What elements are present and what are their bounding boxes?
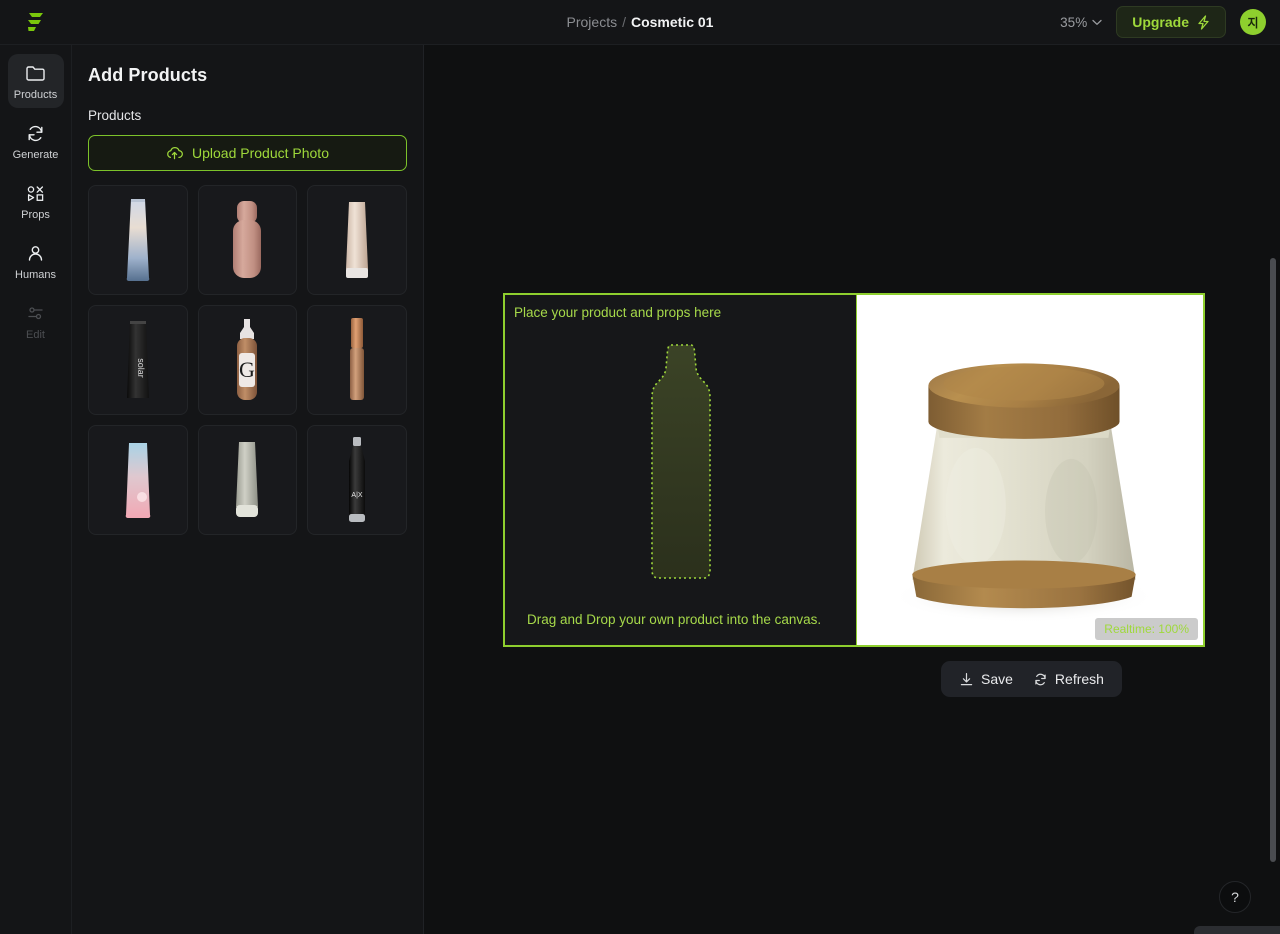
beige-cream-tube-image [346, 202, 369, 278]
section-label: Products [88, 108, 142, 123]
status-badge: Realtime: 100% [1095, 618, 1198, 640]
zoom-value: 35% [1060, 14, 1088, 30]
sidebar-item-humans[interactable]: Humans [8, 234, 64, 288]
product-thumb-beige-cream-tube[interactable] [307, 185, 407, 295]
upgrade-button[interactable]: Upgrade [1116, 6, 1226, 38]
rose-pink-bottle-image [233, 201, 262, 278]
svg-text:A|X: A|X [352, 492, 363, 499]
product-thumb-glossier-foundation-dropper[interactable]: G [197, 305, 298, 415]
page-title: Add Products [88, 65, 208, 85]
product-grid: solar G A|X [88, 185, 407, 535]
bottle-silhouette-icon [650, 344, 711, 579]
sage-grey-tube-image [236, 442, 259, 517]
person-icon [28, 246, 43, 261]
product-thumb-rose-pink-bottle[interactable] [197, 185, 298, 295]
canvas-action-bar: Save Refresh [941, 661, 1122, 697]
cream-jar-with-wooden-lid-image [857, 295, 1203, 645]
product-thumb-sage-grey-tube[interactable] [197, 425, 298, 535]
lightning-bolt-icon [1198, 14, 1209, 30]
vertical-scrollbar[interactable] [1266, 45, 1280, 934]
refresh-label: Refresh [1054, 671, 1104, 687]
drop-zone[interactable]: Place your product and props here Drag a… [505, 295, 857, 645]
help-button[interactable]: ? [1219, 881, 1251, 913]
folder-icon [26, 66, 45, 81]
black-ax-water-bottle-image: A|X [349, 437, 366, 522]
top-bar: Projects / Cosmetic 01 35% Upgrade 지 [0, 0, 1280, 45]
refresh-icon [1035, 673, 1046, 685]
refresh-button[interactable]: Refresh [1025, 668, 1112, 690]
sidebar-item-label: Generate [12, 149, 59, 161]
refresh-icon [28, 125, 43, 142]
sidebar-item-edit: Edit [8, 294, 64, 348]
upload-label: Upload Product Photo [192, 145, 329, 161]
product-thumb-pink-blue-sunset-tube[interactable] [88, 425, 188, 535]
dropzone-hint: Drag and Drop your own product into the … [527, 612, 822, 627]
scrollbar-thumb[interactable] [1270, 258, 1276, 862]
app-body: Products Generate Props Humans Edit Add … [0, 45, 1280, 934]
breadcrumb-current: Cosmetic 01 [630, 14, 714, 30]
upgrade-label: Upgrade [1132, 14, 1189, 30]
dropzone-headline: Place your product and props here [514, 305, 722, 320]
canvas-stage[interactable]: Place your product and props here Drag a… [424, 45, 1280, 934]
pink-blue-sunset-tube-image [125, 443, 151, 519]
sidebar-item-label: Humans [15, 269, 56, 281]
shapes-icon [27, 186, 44, 202]
sidebar-item-label: Edit [26, 329, 45, 341]
app-root: Projects / Cosmetic 01 35% Upgrade 지 Pro… [0, 0, 1280, 934]
svg-text:G: G [240, 357, 256, 382]
cloud-upload-icon [167, 147, 183, 160]
avatar[interactable]: 지 [1240, 9, 1266, 35]
download-icon [960, 672, 973, 685]
upload-product-photo-button[interactable]: Upload Product Photo [88, 135, 407, 171]
sidebar-item-products[interactable]: Products [7, 54, 64, 108]
canvas-board: Place your product and props here Drag a… [503, 293, 1205, 647]
app-logo[interactable] [0, 0, 72, 45]
sidebar-rail: Products Generate Props Humans Edit [0, 45, 72, 934]
sidebar-item-props[interactable]: Props [8, 174, 64, 228]
avatar-initial: 지 [1247, 15, 1259, 30]
help-label: ? [1231, 889, 1239, 905]
sidebar-item-label: Props [21, 209, 50, 221]
blue-gradient-tube-image [126, 199, 150, 282]
save-button[interactable]: Save [951, 668, 1021, 690]
breadcrumb-root[interactable]: Projects [567, 14, 618, 30]
sliders-icon [28, 307, 43, 320]
products-panel: Add Products Products Upload Product Pho… [72, 45, 424, 934]
sidebar-item-label: Products [13, 89, 58, 101]
sidebar-item-generate[interactable]: Generate [8, 114, 64, 168]
product-thumb-black-solar-tube[interactable]: solar [88, 305, 188, 415]
product-thumb-copper-concealer-wand[interactable] [307, 305, 407, 415]
flair-logo-icon [28, 13, 43, 31]
preview-image-panel[interactable]: Realtime: 100% [857, 295, 1203, 645]
breadcrumb-separator: / [622, 14, 626, 30]
copper-concealer-wand-image [350, 318, 365, 400]
zoom-control[interactable]: 35% [1060, 15, 1102, 30]
glossier-foundation-dropper-image: G [237, 319, 258, 400]
svg-text:solar: solar [136, 358, 146, 378]
chevron-down-icon [1092, 19, 1102, 25]
black-solar-tube-image: solar [126, 321, 149, 398]
save-label: Save [981, 671, 1013, 687]
product-thumb-black-ax-water-bottle[interactable]: A|X [307, 425, 407, 535]
top-bar-actions: 35% Upgrade 지 [1060, 6, 1280, 38]
product-thumb-blue-gradient-tube[interactable] [88, 185, 188, 295]
